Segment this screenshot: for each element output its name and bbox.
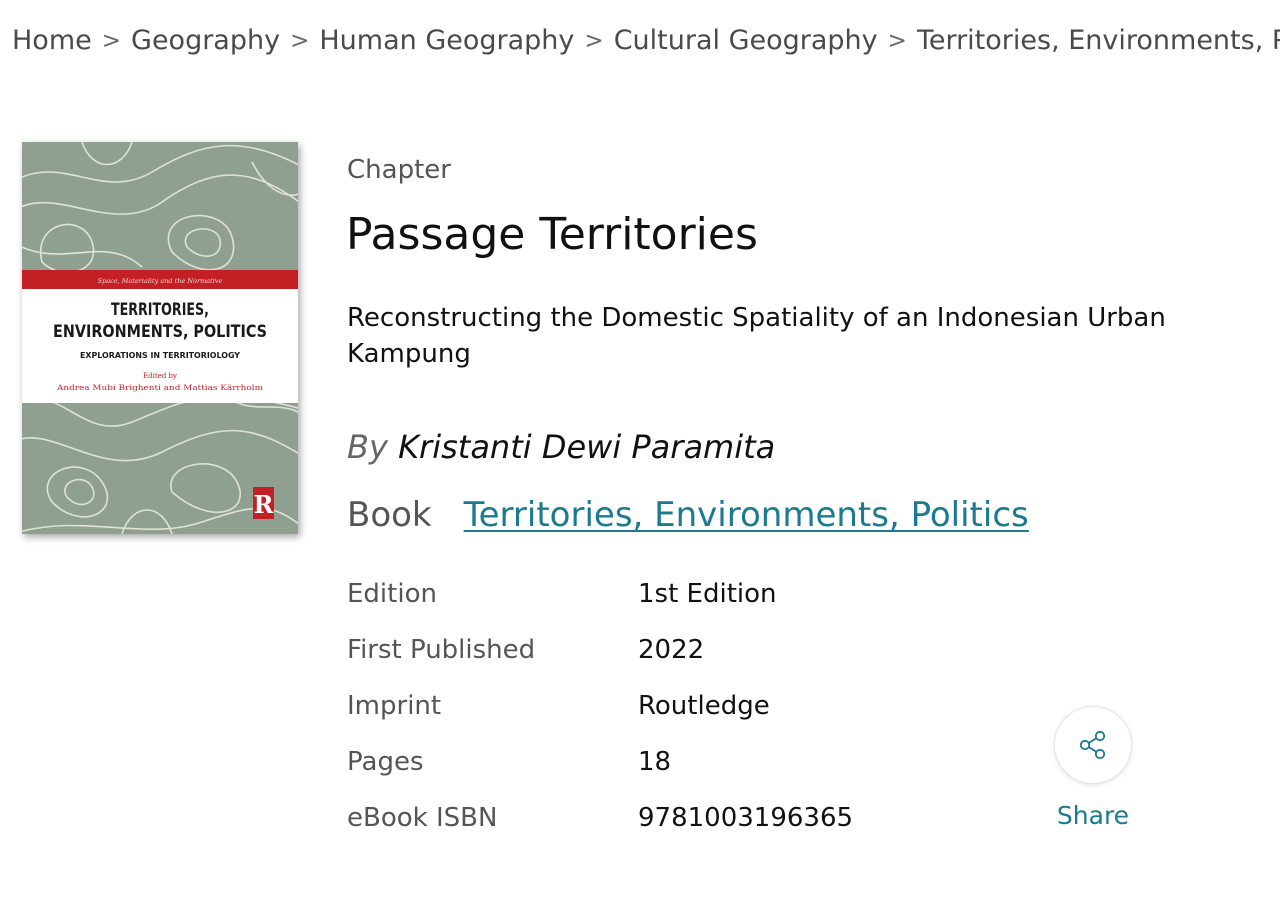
detail-row-pages: Pages 18 (347, 734, 907, 790)
chapter-details: Edition 1st Edition First Published 2022… (347, 566, 907, 846)
detail-value: 2022 (638, 635, 705, 665)
chevron-right-icon: > (290, 28, 310, 54)
detail-value: 18 (638, 747, 672, 777)
share-icon (1079, 730, 1106, 760)
breadcrumb: Home > Geography > Human Geography > Cultural … (12, 22, 1280, 62)
detail-key: First Published (347, 635, 536, 665)
chevron-right-icon: > (887, 28, 907, 54)
detail-value: 1st Edition (638, 579, 777, 609)
detail-row-imprint: Imprint Routledge (347, 678, 907, 734)
byline-prefix: By (347, 428, 388, 466)
publisher-logo: R (254, 490, 275, 519)
chapter-subtitle: Reconstructing the Domestic Spatiality o… (347, 303, 1166, 369)
detail-row-first-published: First Published 2022 (347, 622, 907, 678)
detail-value: 9781003196365 (638, 803, 854, 833)
content-type-label: Chapter (347, 155, 451, 185)
breadcrumb-current: Territories, Environments, Poli (916, 25, 1280, 56)
breadcrumb-geography[interactable]: Geography (131, 25, 280, 56)
cover-editors: Andrea Mubi Brighenti and Mattias Kärrho… (56, 384, 264, 392)
detail-row-ebook-isbn: eBook ISBN 9781003196365 (347, 790, 907, 846)
cover-subtitle: EXPLORATIONS IN TERRITORIOLOGY (80, 351, 240, 360)
cover-title-line2: ENVIRONMENTS, POLITICS (53, 322, 267, 342)
chevron-right-icon: > (101, 28, 122, 54)
author-name[interactable]: Kristanti Dewi Paramita (398, 428, 775, 466)
share-label[interactable]: Share (1054, 798, 1132, 834)
cover-title-line1: TERRITORIES, (111, 300, 209, 320)
detail-key: Imprint (347, 691, 442, 721)
breadcrumb-human-geography[interactable]: Human Geography (319, 25, 574, 56)
share-button[interactable] (1054, 706, 1132, 784)
breadcrumb-home[interactable]: Home (12, 25, 92, 56)
cover-series: Space, Materiality and the Normative (98, 277, 223, 285)
book-cover-image: Space, Materiality and the Normative TER… (22, 142, 298, 534)
breadcrumb-cultural-geography[interactable]: Cultural Geography (614, 25, 878, 56)
detail-key: eBook ISBN (347, 803, 498, 833)
book-label: Book (347, 495, 432, 535)
cover-edited-by: Edited by (143, 372, 177, 380)
detail-value: Routledge (638, 691, 770, 721)
chevron-right-icon: > (584, 28, 604, 54)
detail-key: Pages (347, 747, 424, 777)
detail-key: Edition (347, 579, 437, 609)
detail-row-edition: Edition 1st Edition (347, 566, 907, 622)
book-link[interactable]: Territories, Environments, Politics (464, 495, 1029, 535)
byline: By Kristanti Dewi Paramita (347, 424, 775, 470)
book-row: Book Territories, Environments, Politics (347, 490, 1029, 540)
page-title: Passage Territories (346, 209, 758, 260)
